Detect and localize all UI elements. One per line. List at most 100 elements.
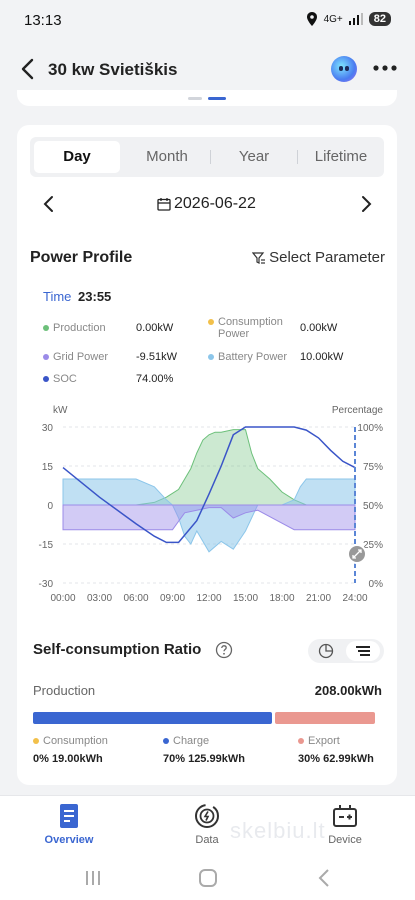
carousel-dot-active[interactable] [208,97,226,100]
overview-icon [60,804,78,828]
y-left-tick: 0 [47,501,53,512]
home-icon[interactable] [197,867,219,889]
data-icon [195,804,219,828]
signal-icon [348,13,363,25]
x-tick: 09:00 [160,593,185,604]
y-axis-left-label: kW [53,405,68,416]
tab-lifetime[interactable]: Lifetime [298,141,384,173]
x-tick: 03:00 [87,593,112,604]
charge-ratio-bar [33,712,272,724]
nav-label: Overview [44,834,94,846]
legend-label: Battery Power [218,351,288,363]
carousel-card [17,90,397,106]
energy-card: Day Month Year Lifetime 2026-06-22 Power… [17,125,397,785]
consumption-breakdown-label: Consumption [33,735,108,747]
time-label: Time [43,289,72,304]
y-left-tick: 30 [42,423,54,434]
carousel-dot[interactable] [188,97,202,100]
x-tick: 18:00 [269,593,294,604]
export-breakdown-value: 30% 62.99kWh [298,753,374,765]
more-options-icon[interactable] [372,58,398,78]
charge-dot [163,738,169,744]
production-value: 0.00kW [136,322,174,334]
watermark: skelbiu.lt [230,818,326,843]
time-value: 23:55 [78,289,112,304]
soc-value: 74.00% [136,373,174,385]
y-left-tick: -15 [39,540,54,551]
system-navigation [0,855,415,900]
bar-list-icon [356,646,370,656]
system-back-icon[interactable] [314,867,336,889]
tab-month[interactable]: Month [124,141,210,173]
chart-view-toggle [308,639,384,663]
legend-grid-power: Grid Power [43,351,108,363]
production-dot [43,325,49,331]
charge-breakdown-value: 70% 125.99kWh [163,753,245,765]
status-icons: 4G+ 82 [306,12,391,26]
y-right-tick: 75% [363,462,383,473]
production-total: 208.00kWh [314,683,382,698]
calendar-icon [157,198,171,211]
export-breakdown-label: Export [298,735,340,747]
y-right-tick: 50% [363,501,383,512]
tab-day[interactable]: Day [34,141,120,173]
assistant-avatar[interactable] [331,56,357,82]
battery-power-value: 10.00kW [300,351,344,363]
soc-dot [43,376,49,382]
x-tick: 00:00 [50,593,75,604]
grid-power-value: -9.51kW [136,351,177,363]
x-tick: 06:00 [123,593,148,604]
breakdown-label: Export [308,735,340,747]
select-parameter-label: Select Parameter [269,249,385,266]
back-arrow-icon[interactable] [18,56,40,82]
x-tick: 21:00 [306,593,331,604]
legend-label: SOC [53,373,77,385]
consumption-breakdown-value: 0% 19.00kWh [33,753,103,765]
export-ratio-bar [275,712,375,724]
legend-label: Consumption Power [218,316,283,340]
device-icon [333,805,357,827]
grid-power-dot [43,354,49,360]
x-tick: 12:00 [196,593,221,604]
period-tabs: Day Month Year Lifetime [30,137,384,177]
legend-label: Grid Power [53,351,109,363]
battery-icon: 82 [368,12,391,26]
bar-view-button[interactable] [346,641,380,661]
time-readout: Time 23:55 [43,289,111,304]
battery-power-dot [208,354,214,360]
power-profile-title: Power Profile [30,249,133,266]
select-parameter-button[interactable]: Select Parameter [252,249,385,266]
y-left-tick: -30 [39,579,54,590]
selected-date: 2026-06-22 [174,195,256,212]
date-picker[interactable]: 2026-06-22 [157,195,256,213]
network-type: 4G+ [323,13,343,25]
breakdown-label: Charge [173,735,210,747]
page-title: 30 kw Svietiškis [48,60,178,79]
y-axis-right-label: Percentage [332,405,384,416]
x-tick: 15:00 [233,593,258,604]
consumption-value: 0.00kW [300,322,338,334]
x-tick: 24:00 [342,593,367,604]
y-left-tick: 15 [42,462,54,473]
top-bar: 30 kw Svietiškis [0,46,415,92]
legend-label: Production [53,322,106,334]
location-icon [306,12,317,26]
next-date-icon[interactable] [356,194,376,214]
filter-icon [252,251,266,264]
pie-chart-icon[interactable] [318,643,334,659]
previous-date-icon[interactable] [39,194,59,214]
recent-apps-icon[interactable] [82,867,104,889]
export-dot [298,738,304,744]
legend-soc: SOC [43,373,77,385]
nav-overview[interactable]: Overview [24,802,114,846]
y-right-tick: 100% [357,423,383,434]
power-profile-chart[interactable]: kW Percentage 30 15 0 -15 -30 100% 75% 50% 25% 0%… [17,397,397,617]
charge-breakdown-label: Charge [163,735,209,747]
tab-year[interactable]: Year [211,141,297,173]
y-right-tick: 0% [369,579,384,590]
bottom-navigation: Overview Data Device [0,795,415,855]
production-label: Production [33,683,96,698]
consumption-dot [33,738,39,744]
consumption-dot [208,319,214,325]
help-icon[interactable] [215,641,233,659]
